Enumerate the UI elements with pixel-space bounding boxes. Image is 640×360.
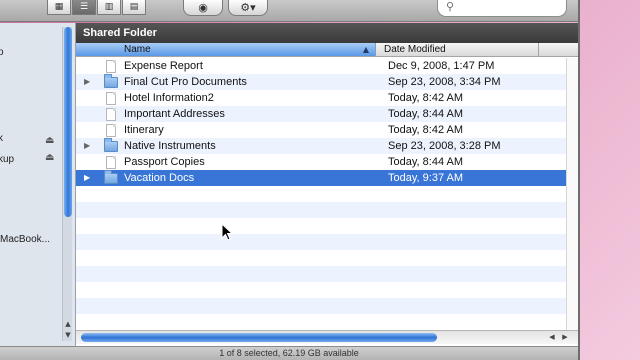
cover-flow-button[interactable]: ▤ (122, 0, 146, 15)
file-date-modified: Today, 9:37 AM (388, 172, 464, 184)
list-view-icon: ☰ (79, 2, 89, 12)
horizontal-scrollbar[interactable]: ◀ ▶ (76, 330, 578, 344)
column-view-icon: ▥ (104, 2, 114, 12)
file-row[interactable]: ▶ Final Cut Pro Documents Sep 23, 2008, 3:… (76, 74, 578, 90)
sidebar-item[interactable]: MacBook... (0, 234, 50, 245)
file-date-modified: Today, 8:42 AM (388, 124, 464, 136)
finder-toolbar: ▦ ☰ ▥ ▤ ◉ ⚙▾ ⚲ (0, 0, 578, 22)
date-modified-column-header[interactable]: Date Modified (384, 43, 446, 56)
file-name: Hotel Information2 (124, 92, 214, 104)
cover-flow-icon: ▤ (129, 2, 139, 12)
file-list-pane: Shared Folder Name ▲ Date Modified Expen… (76, 23, 578, 346)
eye-icon: ◉ (198, 1, 208, 14)
scroll-left-arrow-icon[interactable]: ◀ (546, 331, 558, 344)
file-name: Final Cut Pro Documents (124, 76, 247, 88)
disclosure-triangle-icon[interactable]: ▶ (84, 170, 90, 186)
folder-icon (104, 138, 118, 152)
status-bar: 1 of 8 selected, 62.19 GB available (0, 346, 578, 360)
column-view-button[interactable]: ▥ (97, 0, 121, 15)
file-name: Expense Report (124, 60, 203, 72)
scroll-down-arrow-icon[interactable]: ▼ (63, 330, 73, 340)
sidebar-item[interactable]: kup (0, 154, 14, 165)
action-menu-button[interactable]: ⚙▾ (228, 0, 268, 16)
document-icon (106, 124, 116, 137)
column-header: Name ▲ Date Modified (76, 43, 578, 57)
file-name: Important Addresses (124, 108, 225, 120)
file-row[interactable]: ▶ Vacation Docs Today, 9:37 AM (76, 170, 578, 186)
file-name: Passport Copies (124, 156, 205, 168)
gear-icon: ⚙▾ (240, 1, 256, 14)
file-row[interactable]: Passport Copies Today, 8:44 AM (76, 154, 578, 170)
file-row[interactable]: Important Addresses Today, 8:44 AM (76, 106, 578, 122)
name-column-header[interactable]: Name ▲ (76, 43, 376, 56)
file-date-modified: Today, 8:44 AM (388, 108, 464, 120)
icon-view-button[interactable]: ▦ (47, 0, 71, 15)
quick-look-button[interactable]: ◉ (183, 0, 223, 16)
icon-view-icon: ▦ (54, 2, 64, 12)
file-date-modified: Today, 8:44 AM (388, 156, 464, 168)
disclosure-triangle-icon[interactable]: ▶ (84, 74, 90, 90)
file-list: Expense Report Dec 9, 2008, 1:47 PM ▶ Final… (76, 58, 578, 328)
window-edge (578, 0, 580, 360)
file-row[interactable]: Expense Report Dec 9, 2008, 1:47 PM (76, 58, 578, 74)
file-row[interactable]: Hotel Information2 Today, 8:42 AM (76, 90, 578, 106)
sidebar-item[interactable]: k (0, 133, 3, 144)
mouse-pointer-icon (221, 223, 233, 241)
file-list-vertical-scrollbar[interactable] (566, 58, 578, 330)
sidebar: o k ⏏ kup ⏏ MacBook... ▲ ▼ (0, 23, 76, 346)
scroll-up-arrow-icon[interactable]: ▲ (63, 319, 73, 329)
file-date-modified: Today, 8:42 AM (388, 92, 464, 104)
magnifier-icon: ⚲ (446, 0, 455, 13)
document-icon (106, 60, 116, 73)
sidebar-item[interactable]: o (0, 47, 4, 58)
file-name: Native Instruments (124, 140, 216, 152)
file-name: Vacation Docs (124, 172, 195, 184)
search-field[interactable]: ⚲ (437, 0, 567, 17)
pane-title: Shared Folder (76, 23, 578, 43)
sidebar-scroll-thumb[interactable] (64, 27, 72, 217)
folder-icon (104, 170, 118, 184)
sort-ascending-icon: ▲ (362, 45, 369, 54)
list-view-button[interactable]: ☰ (72, 0, 96, 15)
file-row[interactable]: Itinerary Today, 8:42 AM (76, 122, 578, 138)
horizontal-scroll-thumb[interactable] (81, 333, 437, 342)
sidebar-scrollbar[interactable]: ▲ ▼ (62, 27, 72, 341)
file-name: Itinerary (124, 124, 164, 136)
name-column-label: Name (124, 44, 151, 55)
disclosure-triangle-icon[interactable]: ▶ (84, 138, 90, 154)
document-icon (106, 92, 116, 105)
eject-icon[interactable]: ⏏ (45, 135, 54, 146)
file-date-modified: Dec 9, 2008, 1:47 PM (388, 60, 495, 72)
scroll-right-arrow-icon[interactable]: ▶ (559, 331, 571, 344)
file-date-modified: Sep 23, 2008, 3:34 PM (388, 76, 501, 88)
file-date-modified: Sep 23, 2008, 3:28 PM (388, 140, 501, 152)
column-divider[interactable] (538, 43, 539, 56)
file-row[interactable]: ▶ Native Instruments Sep 23, 2008, 3:28 PM (76, 138, 578, 154)
document-icon (106, 108, 116, 121)
document-icon (106, 156, 116, 169)
eject-icon[interactable]: ⏏ (45, 152, 54, 163)
folder-icon (104, 74, 118, 88)
